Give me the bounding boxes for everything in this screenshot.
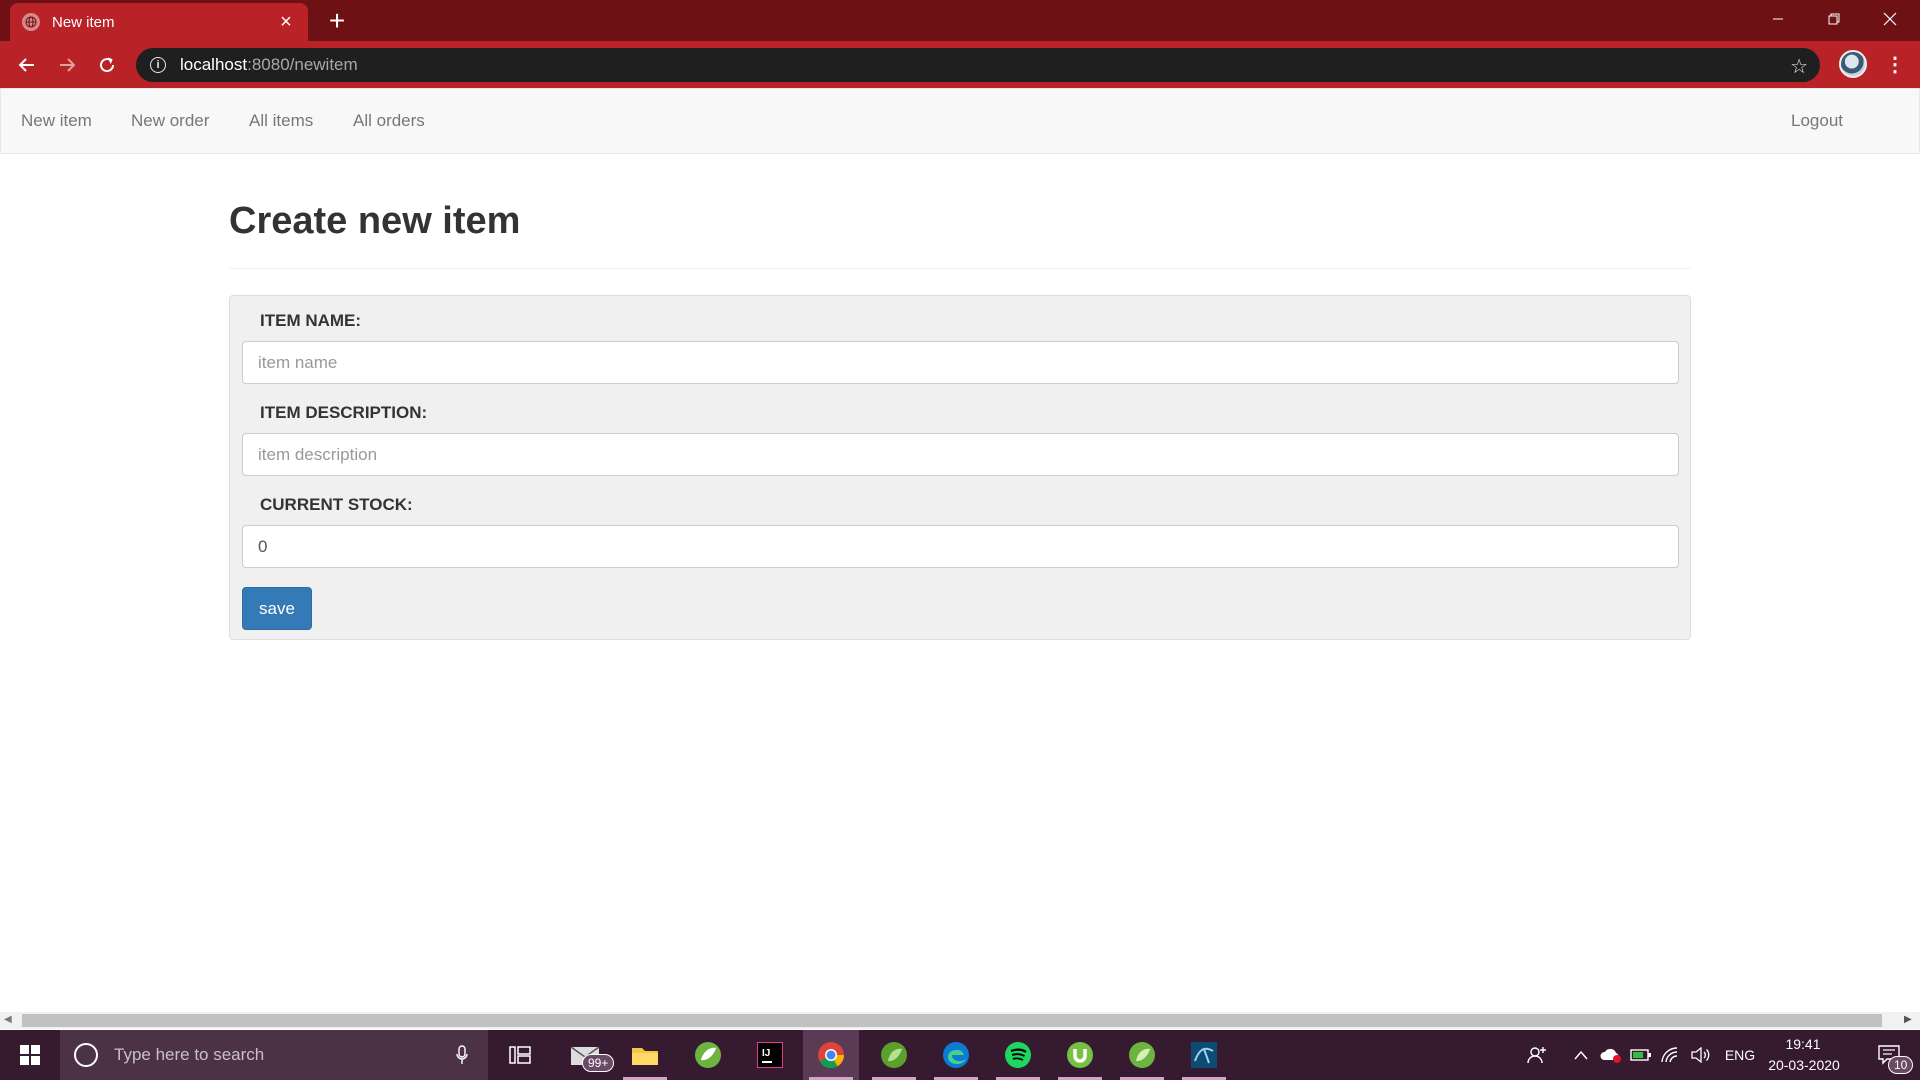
bookmark-star-icon[interactable]: ☆ — [1790, 54, 1808, 79]
nav-link-all-items[interactable]: All items — [249, 111, 313, 131]
show-hidden-icons-chevron-icon[interactable] — [1568, 1030, 1594, 1080]
notifications-badge: 10 — [1888, 1056, 1914, 1074]
nav-link-all-orders[interactable]: All orders — [353, 111, 425, 131]
item-description-input[interactable] — [242, 433, 1679, 476]
item-name-input[interactable] — [242, 341, 1679, 384]
title-divider — [229, 268, 1691, 269]
taskbar-search-placeholder: Type here to search — [114, 1045, 265, 1064]
language-indicator[interactable]: ENG — [1720, 1030, 1760, 1080]
address-bar[interactable]: i localhost :8080/newitem ☆ — [136, 48, 1820, 82]
horizontal-scrollbar[interactable]: ◀ ▶ — [0, 1012, 1920, 1029]
save-button[interactable]: save — [242, 587, 312, 630]
window-close-icon[interactable] — [1862, 0, 1918, 38]
tab-close-icon[interactable]: × — [276, 11, 296, 33]
profile-avatar-icon[interactable] — [1839, 50, 1867, 78]
minimize-icon[interactable] — [1750, 0, 1806, 38]
url-path: :8080/newitem — [247, 55, 358, 74]
utorrent-icon[interactable] — [1052, 1030, 1108, 1080]
spring-tool-icon[interactable] — [680, 1030, 736, 1080]
microphone-icon[interactable] — [452, 1040, 472, 1070]
file-explorer-icon[interactable] — [617, 1030, 673, 1080]
page-title: Create new item — [229, 200, 521, 242]
nav-link-new-item[interactable]: New item — [21, 111, 92, 131]
browser-tab-active[interactable]: New item × — [10, 3, 308, 41]
battery-icon[interactable] — [1628, 1030, 1654, 1080]
mail-icon[interactable]: 99+ — [557, 1030, 615, 1080]
scroll-right-arrow-icon[interactable]: ▶ — [1904, 1014, 1912, 1025]
site-info-icon[interactable]: i — [150, 57, 166, 73]
forward-arrow-icon[interactable] — [51, 49, 83, 81]
nav-link-logout[interactable]: Logout — [1791, 111, 1843, 131]
windows-taskbar: Type here to search 99+ IJ ENG 19:41 20-… — [0, 1030, 1920, 1080]
spring-boot-icon[interactable] — [866, 1030, 922, 1080]
item-description-label: ITEM DESCRIPTION: — [260, 403, 428, 422]
spring-icon[interactable] — [1114, 1030, 1170, 1080]
wifi-icon[interactable] — [1658, 1030, 1684, 1080]
action-center-icon[interactable]: 10 — [1866, 1030, 1914, 1080]
chrome-icon[interactable] — [803, 1030, 859, 1080]
windows-start-icon[interactable] — [0, 1030, 60, 1080]
edge-icon[interactable] — [928, 1030, 984, 1080]
item-name-label: ITEM NAME: — [260, 311, 362, 330]
top-navbar: New item New order All items All orders … — [0, 88, 1920, 154]
mysql-workbench-icon[interactable] — [1176, 1030, 1232, 1080]
scroll-left-arrow-icon[interactable]: ◀ — [4, 1014, 12, 1025]
current-stock-label: CURRENT STOCK: — [260, 495, 413, 514]
task-view-icon[interactable] — [492, 1030, 548, 1080]
new-tab-button[interactable]: + — [322, 5, 352, 36]
tab-title: New item — [52, 13, 115, 31]
reload-icon[interactable] — [91, 49, 123, 81]
back-arrow-icon[interactable] — [11, 49, 43, 81]
spotify-icon[interactable] — [990, 1030, 1046, 1080]
new-item-form: ITEM NAME: ITEM DESCRIPTION: CURRENT STO… — [229, 295, 1691, 640]
url-host: localhost — [180, 55, 248, 74]
globe-icon — [22, 13, 40, 31]
onedrive-error-icon[interactable] — [1598, 1030, 1624, 1080]
restore-icon[interactable] — [1806, 0, 1862, 38]
mail-badge: 99+ — [582, 1054, 615, 1072]
volume-icon[interactable] — [1688, 1030, 1714, 1080]
people-icon[interactable] — [1522, 1030, 1552, 1080]
nav-link-new-order[interactable]: New order — [131, 111, 209, 131]
clock-time[interactable]: 19:41 — [1768, 1036, 1838, 1052]
svg-text:IJ: IJ — [762, 1048, 770, 1059]
clock-date[interactable]: 20-03-2020 — [1764, 1057, 1844, 1073]
taskbar-search[interactable]: Type here to search — [60, 1030, 488, 1080]
browser-tabstrip: New item × + — [0, 0, 1920, 41]
more-menu-icon[interactable]: ⋮ — [1880, 49, 1910, 79]
cortana-icon — [74, 1043, 98, 1067]
intellij-icon[interactable]: IJ — [742, 1030, 798, 1080]
scrollbar-thumb[interactable] — [22, 1014, 1882, 1027]
current-stock-input[interactable] — [242, 525, 1679, 568]
